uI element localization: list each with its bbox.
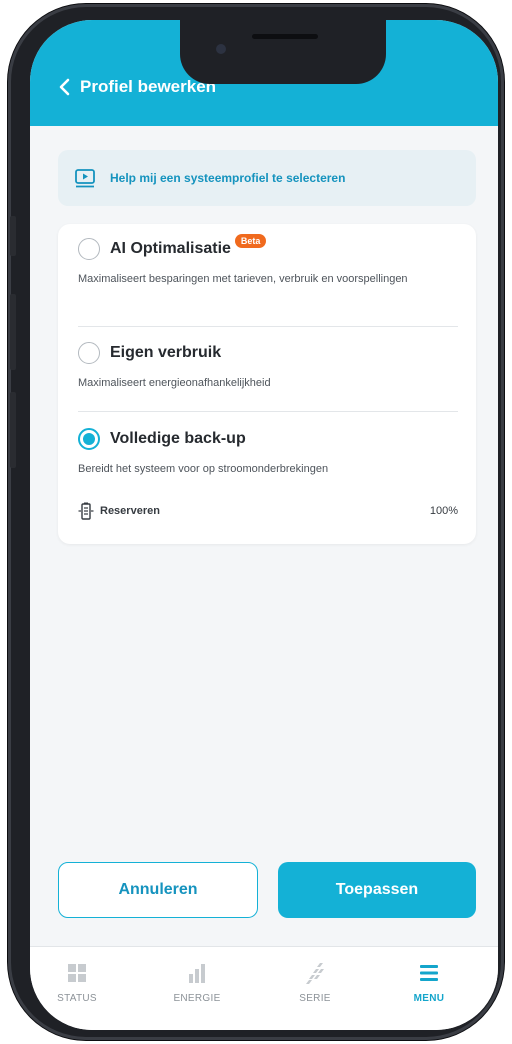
- option-description: Maximaliseert energieonafhankelijkheid: [78, 377, 271, 389]
- tab-label: STATUS: [57, 993, 97, 1004]
- play-video-icon: [75, 169, 95, 188]
- reserve-label: Reserveren: [100, 505, 160, 517]
- option-ai-optimalisatie[interactable]: AI Optimalisatie Beta Maximaliseert besp…: [58, 224, 476, 324]
- bar-chart-icon: [189, 964, 205, 983]
- tab-label: SERIE: [299, 993, 331, 1004]
- option-description: Maximaliseert besparingen met tarieven, …: [78, 273, 408, 285]
- chevron-left-icon: [59, 78, 70, 96]
- volume-up-button: [10, 294, 16, 370]
- tab-label: ENERGIE: [173, 993, 221, 1004]
- mute-switch: [10, 216, 16, 256]
- help-banner-label: Help mij een systeemprofiel te selectere…: [110, 171, 346, 185]
- grid-icon: [68, 964, 86, 982]
- option-title: Volledige back-up: [110, 430, 246, 447]
- tab-label: MENU: [413, 993, 445, 1004]
- apply-button[interactable]: Toepassen: [278, 862, 476, 918]
- help-select-profile-link[interactable]: Help mij een systeemprofiel te selectere…: [58, 150, 476, 206]
- radio-eigen-verbruik[interactable]: [78, 342, 100, 364]
- radio-ai-optimalisatie[interactable]: [78, 238, 100, 260]
- option-volledige-back-up[interactable]: Volledige back-up Bereidt het systeem vo…: [58, 414, 476, 494]
- camera-icon: [216, 44, 226, 54]
- screen: Profiel bewerken Help mij een systeempro…: [30, 20, 498, 1030]
- battery-icon: [78, 502, 94, 520]
- hamburger-menu-icon: [420, 965, 438, 981]
- speaker-grille: [252, 34, 318, 39]
- notch: [180, 20, 386, 84]
- reserve-row: Reserveren 100%: [78, 501, 458, 521]
- option-eigen-verbruik[interactable]: Eigen verbruik Maximaliseert energieonaf…: [58, 328, 476, 412]
- divider: [78, 411, 458, 412]
- bottom-tab-bar: STATUS ENERGIE SERIE MENU: [30, 946, 498, 1030]
- main-content: Help mij een systeemprofiel te selectere…: [30, 126, 498, 946]
- cancel-button[interactable]: Annuleren: [58, 862, 258, 918]
- tab-menu[interactable]: MENU: [384, 961, 474, 1021]
- tab-serie[interactable]: SERIE: [270, 961, 360, 1021]
- radio-volledige-back-up[interactable]: [78, 428, 100, 450]
- tab-energie[interactable]: ENERGIE: [152, 961, 242, 1021]
- solar-panel-icon: [306, 963, 324, 984]
- tab-status[interactable]: STATUS: [32, 961, 122, 1021]
- divider: [78, 326, 458, 327]
- option-title: AI Optimalisatie: [110, 240, 231, 257]
- volume-down-button: [10, 392, 16, 468]
- option-description: Bereidt het systeem voor op stroomonderb…: [78, 463, 329, 475]
- phone-frame: Profiel bewerken Help mij een systeempro…: [8, 4, 504, 1040]
- beta-badge: Beta: [234, 234, 267, 248]
- option-title: Eigen verbruik: [110, 344, 222, 361]
- reserve-value: 100%: [429, 505, 458, 517]
- profile-options-card: AI Optimalisatie Beta Maximaliseert besp…: [58, 224, 476, 544]
